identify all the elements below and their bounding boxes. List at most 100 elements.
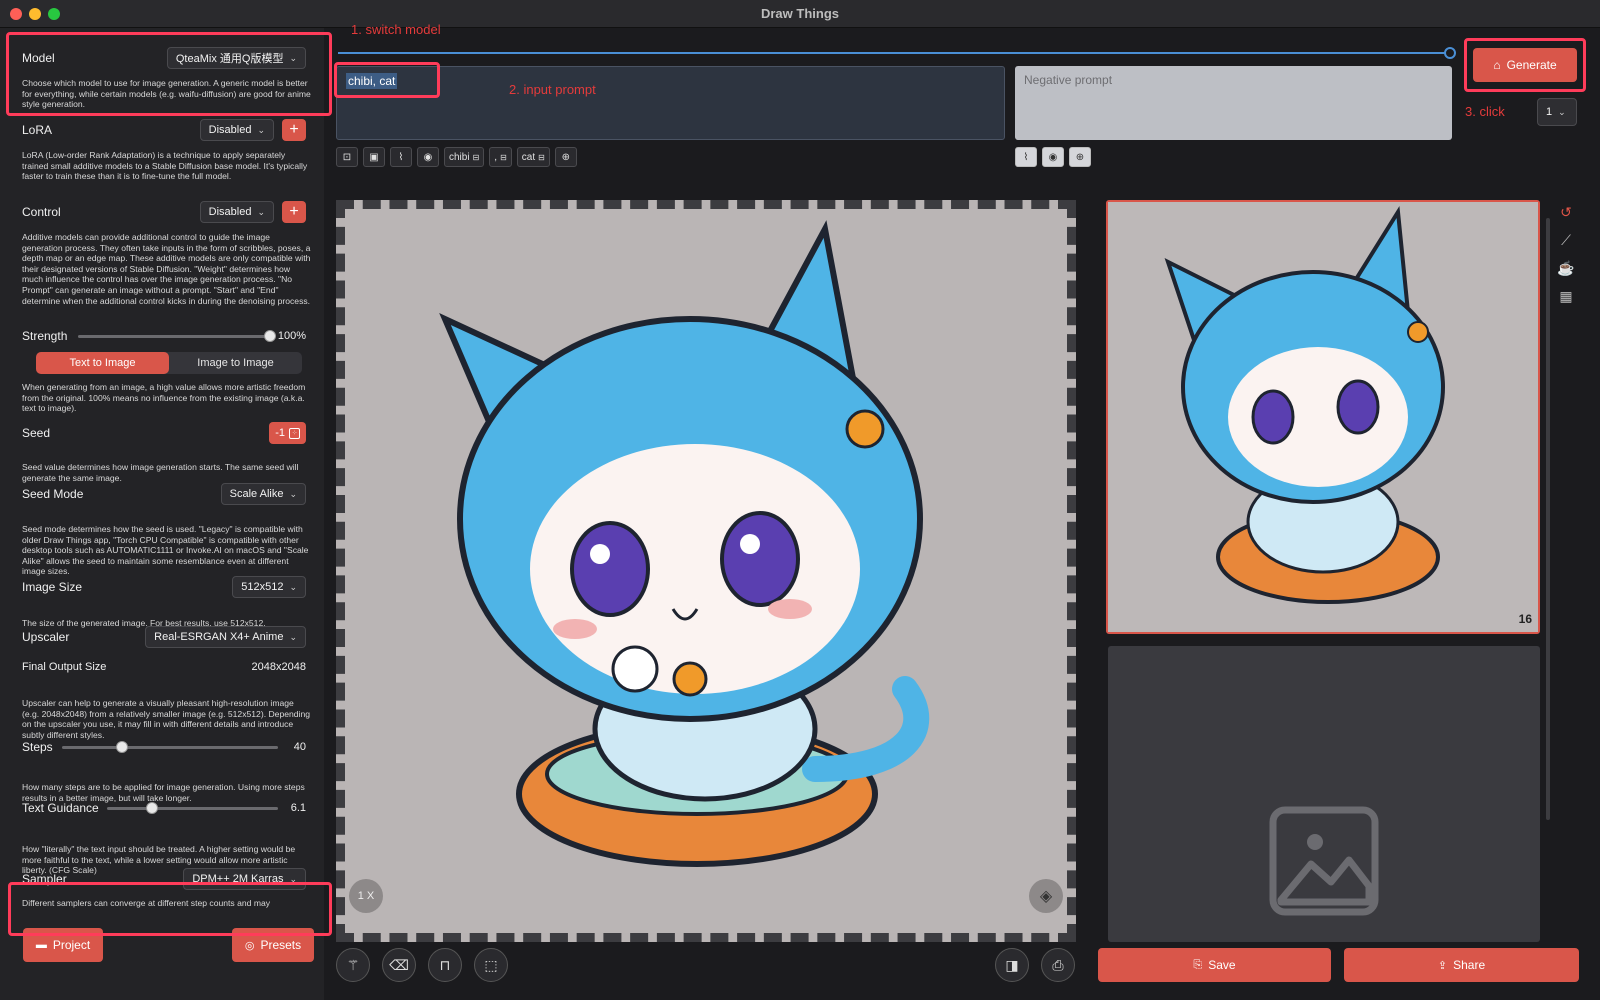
final-output-row: Final Output Size 2048x2048 [22,655,306,679]
seed-mode-dropdown[interactable]: Scale Alike ⌄ [220,483,306,505]
title-bar: Draw Things [0,0,1600,28]
prompt-chip-chibi[interactable]: chibi ⊟ [444,147,485,167]
lora-description: LoRA (Low-order Rank Adaptation) is a te… [22,150,308,182]
lora-label: LoRA [22,123,53,137]
tab-image-to-image[interactable]: Image to Image [169,352,302,374]
dice-icon[interactable]: ⁘ [289,427,300,439]
history-thumbnail[interactable]: 16 [1106,200,1540,634]
add-token-icon[interactable]: ⊕ [554,147,577,167]
strength-label: Strength [22,329,68,343]
history-scrollbar[interactable] [1546,218,1550,820]
paperclip-icon[interactable]: ⌇ [1015,147,1037,167]
add-lora-button[interactable]: + [282,119,306,141]
export-image-icon[interactable]: ⎙ [1041,948,1075,982]
share-button[interactable]: ⇪ Share [1344,948,1579,982]
seed-row: Seed -1 ⁘ [22,421,306,445]
target-icon[interactable]: ◉ [1042,147,1064,167]
plus-icon: + [289,203,299,220]
generate-highlight [1464,38,1586,92]
chevron-down-icon: ⌄ [289,631,297,642]
brush-icon[interactable]: ⟋ [1556,232,1576,252]
control-dropdown[interactable]: Disabled ⌄ [199,201,274,223]
steps-value: 40 [293,741,306,753]
seed-label: Seed [22,426,51,440]
final-output-value: 2048x2048 [251,661,306,673]
guidance-slider-handle[interactable] [145,802,158,814]
chip-label: chibi [449,151,470,163]
seed-mode-description: Seed mode determines how the seed is use… [22,524,309,577]
paint-roller-icon[interactable]: ⊓ [428,948,462,982]
mode-toggle: Text to Image Image to Image [36,352,302,374]
seed-mode-label: Seed Mode [22,487,84,501]
history-icon[interactable]: ↺ [1556,204,1576,224]
upscaler-value: Real-ESRGAN X4+ Anime [154,631,284,643]
steps-slider[interactable] [62,741,278,753]
prompt-chip-cat[interactable]: cat ⊟ [516,147,550,167]
negative-prompt-tools: ⌇ ◉ ⊕ [1015,147,1091,167]
chevron-down-icon: ⌄ [257,124,265,135]
zoom-level-badge[interactable]: 1 X [349,879,383,913]
target-icon[interactable]: ◉ [417,147,439,167]
chevron-down-icon: ⌄ [289,488,297,499]
upscaler-row: Upscaler Real-ESRGAN X4+ Anime ⌄ [22,625,306,649]
folder-icon: ▬ [35,939,47,951]
history-count-badge: 16 [1518,612,1532,626]
share-button-label: Share [1453,958,1486,972]
history-image [1108,202,1538,632]
window-title: Draw Things [760,6,839,21]
paperclip-icon[interactable]: ⌇ [390,147,412,167]
image-size-dropdown[interactable]: 512x512 ⌄ [232,576,306,598]
chevron-down-icon: ⌄ [1558,106,1566,117]
save-button-label: Save [1208,958,1236,972]
batch-count-dropdown[interactable]: 1 ⌄ [1537,98,1577,126]
note-icon[interactable]: ◨ [995,948,1029,982]
token-icon: ⊟ [472,152,480,162]
add-control-button[interactable]: + [282,201,306,223]
plus-icon: + [289,121,299,138]
control-description: Additive models can provide additional c… [22,232,311,306]
seed-field[interactable]: -1 ⁘ [269,422,306,444]
control-row: Control Disabled ⌄ + [22,200,306,224]
progress-handle [1444,47,1456,59]
prompt-highlight [334,62,440,98]
grid-icon[interactable]: ▦ [1556,288,1576,308]
eraser-icon[interactable]: ⌫ [382,948,416,982]
annotation-click: 3. click [1465,104,1505,119]
selection-icon[interactable]: ⬚ [474,948,508,982]
image-icon[interactable]: ▣ [363,147,385,167]
strength-slider-handle[interactable] [264,330,276,342]
zoom-level: 1 X [357,890,375,902]
seed-description: Seed value determines how image generati… [22,462,299,483]
layers-icon[interactable]: ◈ [1029,879,1063,913]
strength-value: 100% [277,330,306,342]
magic-wand-icon[interactable]: ⚚ [336,948,370,982]
negative-prompt-input[interactable]: Negative prompt [1015,66,1452,140]
token-icon: ⊟ [538,152,545,162]
image-placeholder-icon [1269,806,1379,916]
batch-count-value: 1 [1546,106,1553,118]
add-token-icon[interactable]: ⊕ [1069,147,1091,167]
save-button[interactable]: ⎘ Save [1098,948,1331,982]
annotation-switch-model: 1. switch model [351,22,441,37]
strength-slider[interactable] [78,330,276,342]
empty-history-slot[interactable] [1108,646,1540,942]
prompt-chip-comma[interactable]: , ⊟ [489,147,512,167]
guidance-label: Text Guidance [22,801,99,815]
tab-text-to-image[interactable]: Text to Image [36,352,169,374]
generation-progress [338,47,1456,59]
cup-icon[interactable]: ☕ [1556,260,1576,280]
steps-label: Steps [22,740,53,754]
model-highlight [6,32,332,116]
chip-label: cat [521,151,536,163]
scan-icon[interactable]: ⊡ [336,147,358,167]
mode-description: When generating from an image, a high va… [22,382,306,414]
annotation-input-prompt: 2. input prompt [509,82,596,97]
guidance-slider[interactable] [107,802,278,814]
chevron-down-icon: ⌄ [257,206,265,217]
image-canvas[interactable]: 1 X ◈ [336,200,1076,942]
settings-sidebar: Model QteaMix 通用Q版模型 ⌄ Choose which model… [0,28,324,1000]
image-size-label: Image Size [22,580,83,594]
share-icon: ⇪ [1437,959,1448,972]
upscaler-dropdown[interactable]: Real-ESRGAN X4+ Anime ⌄ [145,626,306,648]
lora-dropdown[interactable]: Disabled ⌄ [199,119,274,141]
